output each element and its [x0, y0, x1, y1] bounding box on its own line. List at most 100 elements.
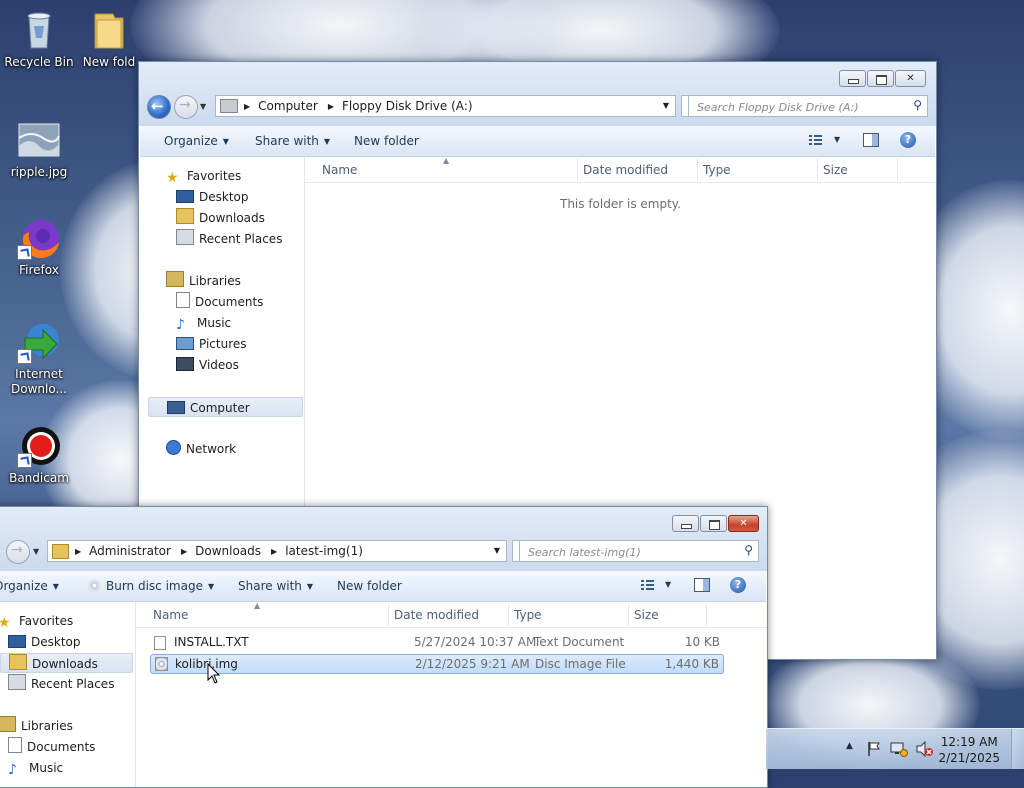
search-icon[interactable]: ⚲	[744, 543, 753, 557]
breadcrumb-separator-icon[interactable]: ▶	[271, 547, 277, 556]
column-header-name[interactable]: Name	[153, 608, 188, 622]
view-options-dropdown-icon[interactable]: ▼	[834, 135, 840, 144]
back-button[interactable]	[147, 95, 171, 119]
column-divider[interactable]	[817, 159, 818, 181]
column-divider[interactable]	[897, 159, 898, 181]
search-box[interactable]: ⚲	[519, 540, 759, 562]
breadcrumb-separator-icon[interactable]: ▶	[328, 102, 334, 111]
nav-recent-places[interactable]: Recent Places	[8, 674, 114, 694]
breadcrumb-separator-icon[interactable]: ▶	[75, 547, 81, 556]
search-input[interactable]	[695, 97, 904, 117]
column-header-size[interactable]: Size	[634, 608, 659, 622]
column-header-date-modified[interactable]: Date modified	[394, 608, 479, 622]
breadcrumb-separator-icon[interactable]: ▶	[244, 102, 250, 111]
desktop-icon-firefox[interactable]: Firefox	[1, 216, 77, 278]
search-box[interactable]: ⚲	[688, 95, 928, 117]
burn-disc-image-button[interactable]: Burn disc image ▼	[88, 579, 214, 593]
nav-favorites[interactable]: ★ Favorites	[166, 166, 241, 186]
breadcrumb-downloads[interactable]: Downloads	[195, 544, 261, 558]
breadcrumb-separator-icon[interactable]: ▶	[181, 547, 187, 556]
nav-libraries[interactable]: Libraries	[0, 716, 73, 736]
minimize-button[interactable]	[672, 515, 699, 532]
network-status-icon[interactable]	[890, 741, 908, 781]
nav-desktop[interactable]: Desktop	[176, 187, 249, 207]
recent-pages-dropdown-icon[interactable]: ▼	[200, 102, 206, 111]
sort-ascending-icon: ▲	[443, 156, 450, 165]
recent-pages-dropdown-icon[interactable]: ▼	[33, 547, 39, 556]
column-divider[interactable]	[628, 604, 629, 626]
change-view-icon[interactable]	[808, 133, 824, 147]
column-header-size[interactable]: Size	[823, 163, 848, 177]
column-header-type[interactable]: Type	[514, 608, 542, 622]
desktop-icon-bandicam[interactable]: Bandicam	[1, 424, 77, 486]
search-icon[interactable]: ⚲	[913, 98, 922, 112]
action-center-flag-icon[interactable]	[866, 741, 882, 781]
nav-network[interactable]: Network	[166, 439, 236, 459]
column-header-date-modified[interactable]: Date modified	[583, 163, 668, 177]
column-divider[interactable]	[508, 604, 509, 626]
nav-libraries[interactable]: Libraries	[166, 271, 241, 291]
desktop-icon-label: Firefox	[19, 263, 59, 277]
desktop-icon-ripple-jpg[interactable]: ripple.jpg	[1, 118, 77, 180]
column-header-name[interactable]: Name	[322, 163, 357, 177]
nav-desktop[interactable]: Desktop	[8, 632, 81, 652]
nav-documents[interactable]: Documents	[8, 737, 95, 757]
maximize-button[interactable]	[700, 515, 727, 532]
system-clock[interactable]: 12:19 AM 2/21/2025	[938, 734, 1000, 766]
nav-downloads[interactable]: Downloads	[176, 208, 265, 228]
nav-documents[interactable]: Documents	[176, 292, 263, 312]
minimize-button[interactable]	[839, 70, 866, 87]
close-button[interactable]: ✕	[728, 515, 759, 532]
desktop-icon-internet-download-manager[interactable]: Internet Downlo...	[1, 320, 77, 397]
nav-downloads[interactable]: Downloads	[0, 653, 133, 673]
column-divider[interactable]	[697, 159, 698, 181]
desktop-icon-new-folder[interactable]: New fold	[74, 8, 144, 70]
explorer-window-downloads[interactable]: ✕ ▼ ▶ Administrator ▶ Downloads ▶ latest…	[0, 506, 768, 788]
breadcrumb-floppy-drive[interactable]: Floppy Disk Drive (A:)	[342, 99, 473, 113]
new-folder-button[interactable]: New folder	[337, 579, 402, 593]
address-dropdown-icon[interactable]: ▼	[663, 101, 669, 110]
nav-computer[interactable]: Computer	[148, 397, 303, 417]
column-divider[interactable]	[577, 159, 578, 181]
help-icon[interactable]: ?	[900, 132, 916, 148]
share-with-label: Share with	[255, 134, 319, 148]
view-options-dropdown-icon[interactable]: ▼	[665, 580, 671, 589]
maximize-button[interactable]	[867, 70, 894, 87]
help-icon[interactable]: ?	[730, 577, 746, 593]
address-dropdown-icon[interactable]: ▼	[494, 546, 500, 555]
forward-button[interactable]	[174, 95, 198, 119]
breadcrumb-administrator[interactable]: Administrator	[89, 544, 171, 558]
address-bar[interactable]: ▶ Computer ▶ Floppy Disk Drive (A:) ▼	[215, 95, 676, 117]
change-view-icon[interactable]	[640, 578, 656, 592]
show-hidden-icons-button[interactable]: ▲	[846, 741, 853, 781]
new-folder-button[interactable]: New folder	[354, 134, 419, 148]
organize-button[interactable]: Organize ▼	[0, 579, 59, 593]
forward-button[interactable]	[6, 540, 30, 564]
nav-label: Downloads	[32, 657, 98, 671]
breadcrumb-latest-img[interactable]: latest-img(1)	[285, 544, 363, 558]
address-bar[interactable]: ▶ Administrator ▶ Downloads ▶ latest-img…	[47, 540, 507, 562]
desktop-icon-recycle-bin[interactable]: Recycle Bin	[1, 8, 77, 70]
search-input[interactable]	[526, 542, 735, 562]
table-row[interactable]: INSTALL.TXT 5/27/2024 10:37 AM Text Docu…	[150, 633, 724, 653]
close-button[interactable]: ✕	[895, 70, 926, 87]
column-divider[interactable]	[388, 604, 389, 626]
column-divider[interactable]	[706, 604, 707, 626]
nav-videos[interactable]: Videos	[176, 355, 239, 375]
file-list[interactable]: ▲ Name Date modified Type Size INSTALL.T…	[136, 601, 767, 787]
preview-pane-icon[interactable]	[863, 133, 879, 147]
volume-muted-icon[interactable]	[916, 740, 934, 781]
nav-music[interactable]: ♪ Music	[8, 758, 63, 778]
column-header-type[interactable]: Type	[703, 163, 731, 177]
nav-recent-places[interactable]: Recent Places	[176, 229, 282, 249]
preview-pane-icon[interactable]	[694, 578, 710, 592]
share-with-button[interactable]: Share with ▼	[238, 579, 313, 593]
table-row[interactable]: kolibri.img 2/12/2025 9:21 AM Disc Image…	[150, 654, 724, 674]
nav-pictures[interactable]: Pictures	[176, 334, 247, 354]
breadcrumb-computer[interactable]: Computer	[258, 99, 318, 113]
organize-button[interactable]: Organize ▼	[164, 134, 229, 148]
nav-favorites[interactable]: ★ Favorites	[0, 611, 73, 631]
nav-music[interactable]: ♪ Music	[176, 313, 231, 333]
show-desktop-button[interactable]	[1011, 729, 1024, 769]
share-with-button[interactable]: Share with ▼	[255, 134, 330, 148]
